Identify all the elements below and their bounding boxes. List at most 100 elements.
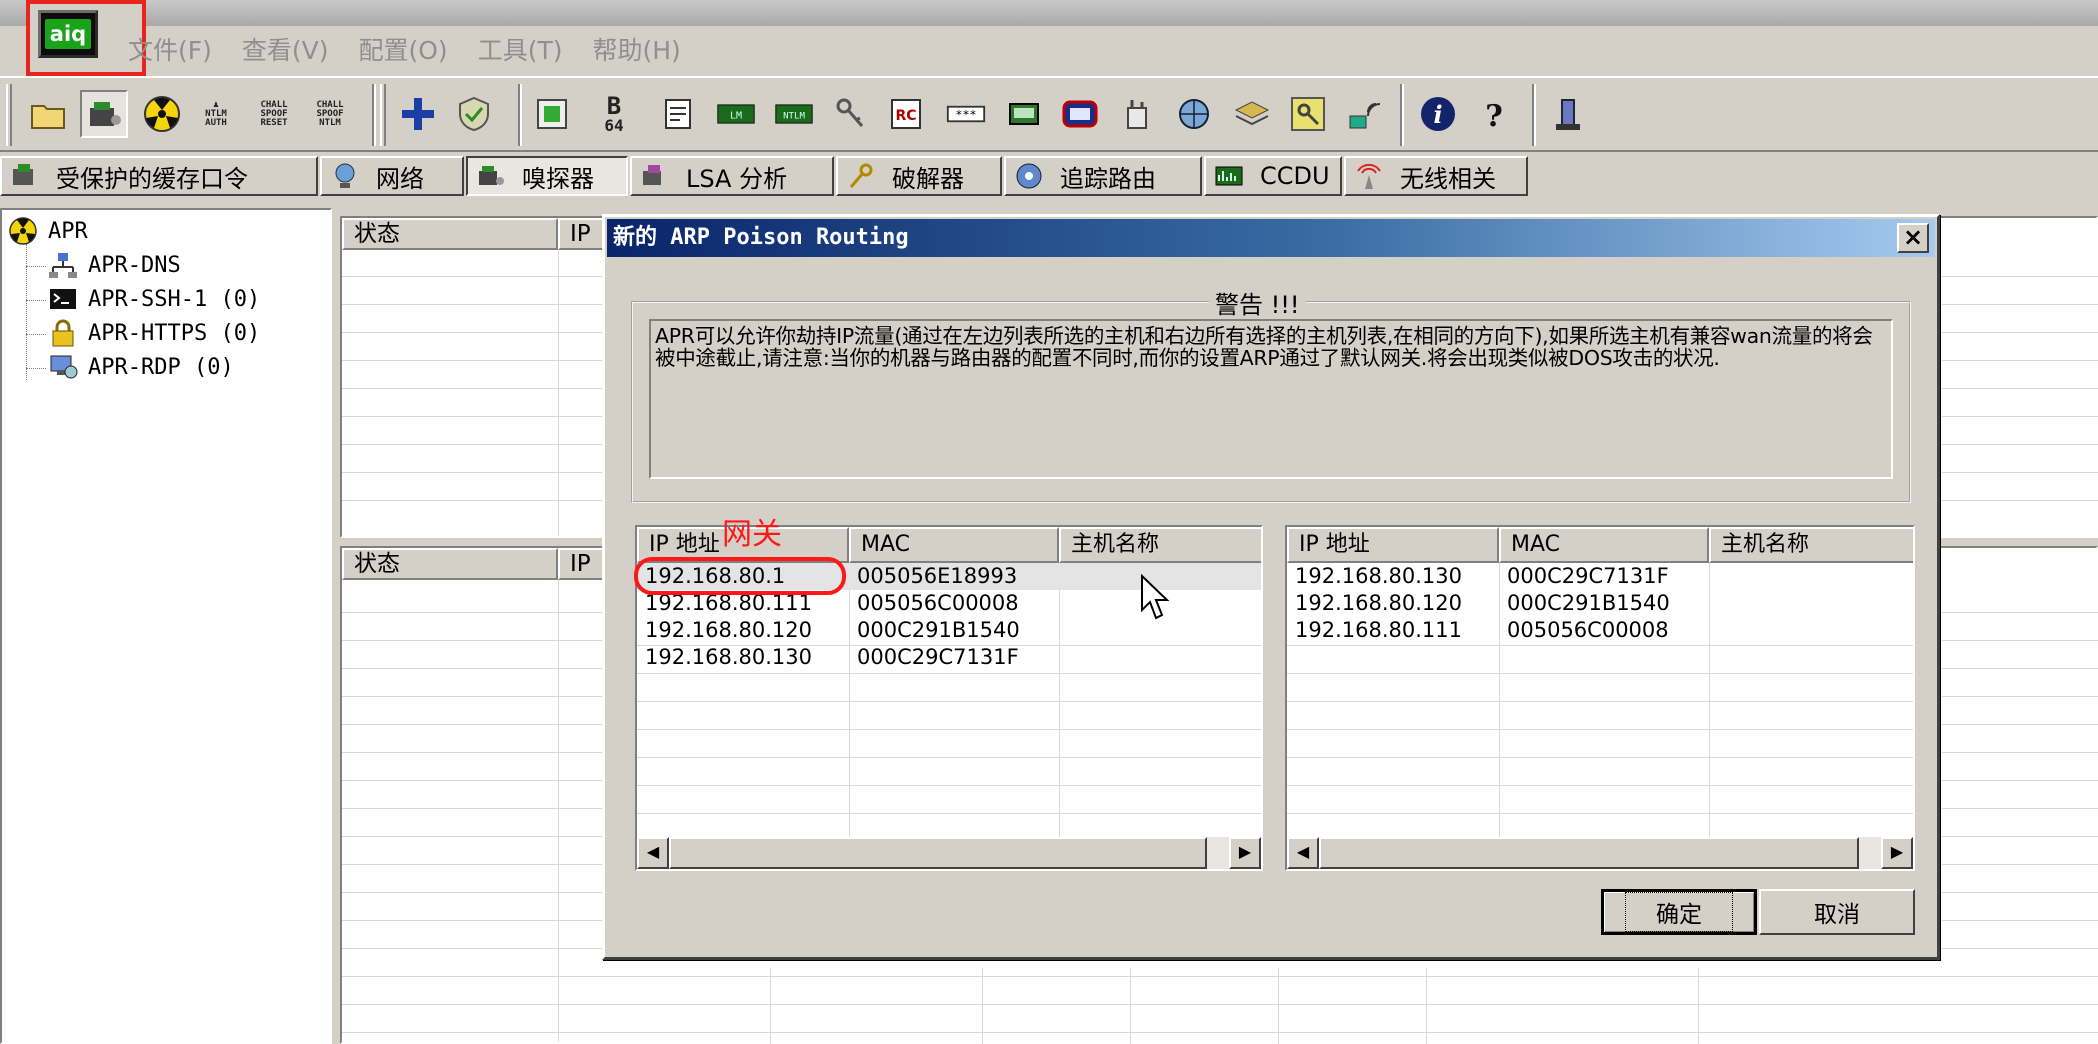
- shield-icon[interactable]: [450, 90, 498, 138]
- router-icon[interactable]: [1056, 90, 1104, 138]
- apr-radiation-icon: [9, 217, 37, 245]
- stack-icon[interactable]: [1228, 90, 1276, 138]
- right-list-hscrollbar[interactable]: ◀ ▶: [1287, 837, 1913, 869]
- password-box-icon[interactable]: ***: [942, 90, 990, 138]
- column-header-mac[interactable]: MAC: [849, 527, 1059, 563]
- menu-file[interactable]: 文件(F): [128, 31, 212, 67]
- tree-item-apr[interactable]: APR: [8, 216, 88, 246]
- scroll-right-button[interactable]: ▶: [1229, 837, 1261, 869]
- column-header-ip[interactable]: IP: [558, 548, 604, 580]
- ntlm-auth-icon[interactable]: ♟ NTLM AUTH: [192, 90, 240, 138]
- wireless-icon: [1357, 164, 1381, 189]
- keys-icon[interactable]: [826, 90, 874, 138]
- add-plus-icon[interactable]: [394, 90, 442, 138]
- svg-text:NTLM: NTLM: [783, 112, 805, 122]
- lm-hash-icon[interactable]: LM: [712, 90, 760, 138]
- menu-tools[interactable]: 工具(T): [478, 31, 563, 67]
- tab-wireless[interactable]: 无线相关: [1344, 156, 1528, 196]
- menu-config[interactable]: 配置(O): [359, 31, 448, 67]
- column-header-status[interactable]: 状态: [342, 548, 558, 580]
- sniffer-icon[interactable]: [80, 90, 128, 138]
- svg-text:?: ?: [1485, 99, 1503, 134]
- gateway-annotation-label: 网关: [722, 517, 782, 552]
- scroll-left-button[interactable]: ◀: [637, 837, 669, 869]
- dialog-title-bar[interactable]: 新的 ARP Poison Routing ×: [607, 219, 1935, 257]
- tree-item-apr-ssh[interactable]: APR-SSH-1 (0): [48, 284, 260, 314]
- cain-logo-icon: aiq: [38, 10, 98, 58]
- network-globe-icon[interactable]: [1170, 90, 1218, 138]
- hash-icon[interactable]: [528, 90, 576, 138]
- wrench-tools-icon[interactable]: [1114, 90, 1162, 138]
- cain-tower-icon[interactable]: [1544, 90, 1592, 138]
- tab-ccdu[interactable]: CCDU: [1204, 156, 1342, 196]
- menu-help[interactable]: 帮助(H): [592, 31, 680, 67]
- column-header-status[interactable]: 状态: [342, 218, 558, 250]
- tab-cracker[interactable]: 破解器: [836, 156, 1002, 196]
- left-list-hscrollbar[interactable]: ◀ ▶: [637, 837, 1261, 869]
- ntlm-hash-icon[interactable]: NTLM: [770, 90, 818, 138]
- apr-tree: APR APR-DNS APR-SSH-1 (0) APR-HTTPS (0) …: [0, 208, 332, 1044]
- lsa-icon: [643, 165, 661, 185]
- sniffer-icon: [479, 166, 504, 185]
- ccdu-icon: [1215, 166, 1243, 186]
- tab-traceroute[interactable]: 追踪路由: [1004, 156, 1202, 196]
- column-header-mac[interactable]: MAC: [1499, 527, 1709, 563]
- table-row[interactable]: 192.168.80.130 000C29C7131F: [1287, 563, 1913, 590]
- arrow-right-icon: ▶: [1238, 842, 1252, 861]
- scroll-right-button[interactable]: ▶: [1881, 837, 1913, 869]
- table-row[interactable]: 192.168.80.130 000C29C7131F: [637, 644, 1261, 671]
- cancel-button[interactable]: 取消: [1759, 889, 1915, 935]
- table-row[interactable]: 192.168.80.111 005056C00008: [1287, 617, 1913, 644]
- help-icon[interactable]: ?: [1470, 90, 1518, 138]
- warning-legend: 警告 !!!: [1209, 285, 1306, 320]
- apr-radiation-icon[interactable]: [138, 90, 186, 138]
- column-header-ip[interactable]: IP: [558, 218, 604, 250]
- rc-icon[interactable]: RC: [882, 90, 930, 138]
- network-card-icon[interactable]: [1000, 90, 1048, 138]
- lock-icon: [52, 319, 74, 347]
- close-button[interactable]: ×: [1897, 223, 1929, 253]
- svg-text:***: ***: [955, 108, 976, 122]
- tab-network[interactable]: 网络: [320, 156, 464, 196]
- network-icon: [335, 163, 355, 188]
- tab-lsa-analysis[interactable]: LSA 分析: [630, 156, 834, 196]
- toolbar: ♟ NTLM AUTH CHALL SPOOF RESET CHALL SPOOF NTLM…: [0, 76, 2098, 152]
- wireless-icon[interactable]: [1340, 90, 1388, 138]
- notes-icon[interactable]: [654, 90, 702, 138]
- scroll-thumb[interactable]: [1319, 837, 1859, 869]
- tree-item-apr-rdp[interactable]: APR-RDP (0): [48, 352, 234, 382]
- title-bar: [0, 0, 2098, 26]
- arrow-left-icon: ◀: [1296, 842, 1310, 861]
- terminal-icon: [50, 289, 76, 309]
- arrow-left-icon: ◀: [646, 842, 660, 861]
- key-icon[interactable]: [1284, 90, 1332, 138]
- base64-icon[interactable]: B 64: [590, 90, 638, 138]
- table-row[interactable]: 192.168.80.120 000C291B1540: [1287, 590, 1913, 617]
- menu-view[interactable]: 查看(V): [242, 31, 329, 67]
- scroll-thumb[interactable]: [669, 837, 1207, 869]
- menu-bar: 文件(F) 查看(V) 配置(O) 工具(T) 帮助(H): [128, 30, 711, 68]
- remote-desktop-icon: [50, 355, 78, 379]
- scroll-left-button[interactable]: ◀: [1287, 837, 1319, 869]
- chall-spoof-ntlm-icon[interactable]: CHALL SPOOF NTLM: [306, 90, 354, 138]
- column-header-hostname[interactable]: 主机名称: [1059, 527, 1261, 563]
- tab-sniffer[interactable]: 嗅探器: [466, 156, 628, 196]
- tab-bar: 受保护的缓存口令 网络 嗅探器 LSA 分析 破解器 追踪路由 CCDU 无线相…: [0, 154, 2098, 198]
- toolbar-grip[interactable]: [6, 84, 12, 146]
- close-icon: ×: [1902, 223, 1924, 251]
- chall-spoof-reset-icon[interactable]: CHALL SPOOF RESET: [250, 90, 298, 138]
- tree-item-apr-https[interactable]: APR-HTTPS (0): [48, 318, 260, 348]
- dialog-title: 新的 ARP Poison Routing: [613, 225, 909, 250]
- column-header-hostname[interactable]: 主机名称: [1709, 527, 1913, 563]
- svg-text:LM: LM: [730, 111, 742, 122]
- warning-group: 警告 !!! APR可以允许你劫持IP流量(通过在左边列表所选的主机和右边所有选…: [631, 285, 1911, 503]
- tab-cached-passwords[interactable]: 受保护的缓存口令: [0, 156, 318, 196]
- open-folder-icon[interactable]: [24, 90, 72, 138]
- tree-item-apr-dns[interactable]: APR-DNS: [48, 250, 181, 280]
- column-header-ip-address[interactable]: IP 地址: [1287, 527, 1499, 563]
- info-icon[interactable]: i: [1414, 90, 1462, 138]
- cracker-icon: [849, 163, 873, 188]
- ok-button[interactable]: 确定: [1601, 889, 1757, 935]
- right-host-list[interactable]: IP 地址 MAC 主机名称 192.168.80.130 000C29C713…: [1285, 525, 1915, 871]
- toolbar-grip-2[interactable]: [380, 84, 386, 146]
